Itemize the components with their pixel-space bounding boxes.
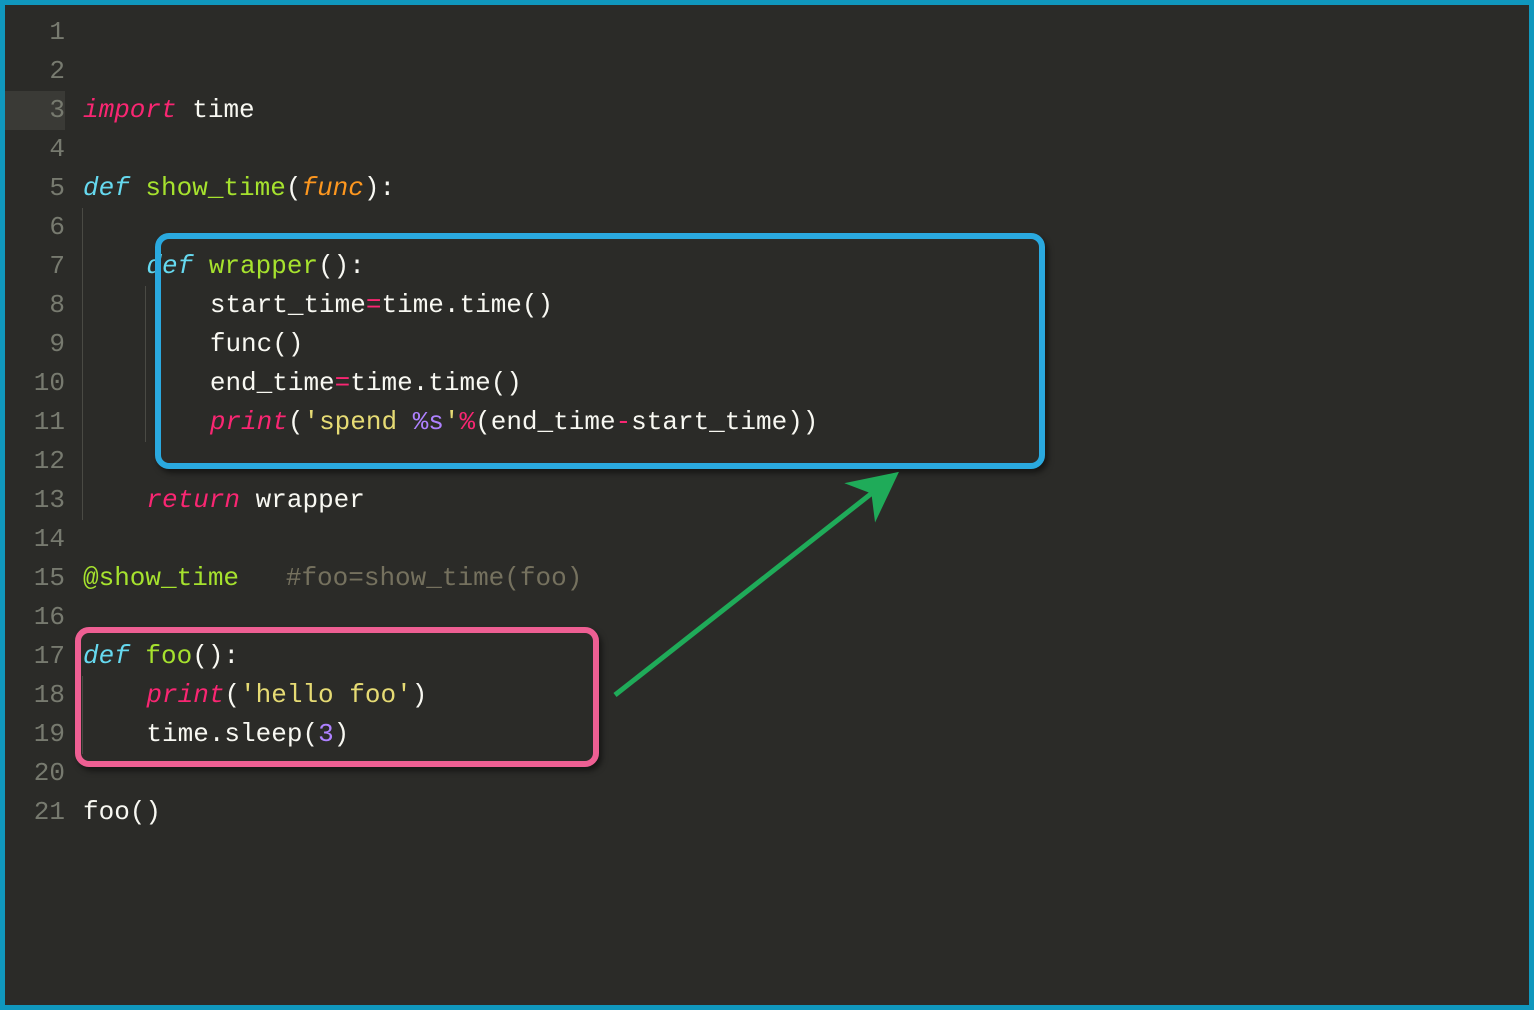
string-literal: ' [444, 407, 460, 437]
operator: = [366, 290, 382, 320]
paren: ) [334, 719, 350, 749]
code-line[interactable] [83, 13, 1529, 52]
text [193, 251, 209, 281]
code-area[interactable]: import time def show_time(func): def wra… [83, 5, 1529, 1005]
line-number: 5 [5, 169, 65, 208]
line-number: 13 [5, 481, 65, 520]
keyword-return: return [146, 485, 240, 515]
identifier: wrapper [256, 485, 365, 515]
line-number: 16 [5, 598, 65, 637]
line-number: 21 [5, 793, 65, 832]
expression: (end_time [475, 407, 615, 437]
string-literal: 'spend [303, 407, 412, 437]
line-number: 10 [5, 364, 65, 403]
line-number: 6 [5, 208, 65, 247]
paren: ( [286, 173, 302, 203]
line-number: 2 [5, 52, 65, 91]
operator: % [460, 407, 476, 437]
module-name: time [192, 95, 254, 125]
code-line[interactable]: time.sleep(3) [83, 715, 1529, 754]
code-line[interactable]: def foo(): [83, 637, 1529, 676]
decorator: @show_time [83, 563, 239, 593]
line-number: 7 [5, 247, 65, 286]
code-line[interactable]: import time [83, 91, 1529, 130]
line-number: 9 [5, 325, 65, 364]
number-literal: 3 [318, 719, 334, 749]
line-number: 3 [5, 91, 65, 130]
operator: = [335, 368, 351, 398]
code-line[interactable]: start_time=time.time() [83, 286, 1529, 325]
builtin-print: print [210, 407, 288, 437]
code-line[interactable] [83, 442, 1529, 481]
code-line[interactable]: def wrapper(): [83, 247, 1529, 286]
code-line[interactable]: foo() [83, 793, 1529, 832]
line-number: 19 [5, 715, 65, 754]
format-spec: %s [413, 407, 444, 437]
string-literal: 'hello foo' [240, 680, 412, 710]
code-line[interactable]: end_time=time.time() [83, 364, 1529, 403]
operator: - [616, 407, 632, 437]
code-line[interactable]: print('spend %s'%(end_time-start_time)) [83, 403, 1529, 442]
line-number: 18 [5, 676, 65, 715]
variable: start_time [210, 290, 366, 320]
paren: (): [192, 641, 239, 671]
code-line[interactable]: print('hello foo') [83, 676, 1529, 715]
code-line[interactable] [83, 520, 1529, 559]
line-number: 14 [5, 520, 65, 559]
paren: ( [224, 680, 240, 710]
code-line[interactable] [83, 52, 1529, 91]
code-line[interactable] [83, 598, 1529, 637]
line-number: 12 [5, 442, 65, 481]
paren: ): [364, 173, 395, 203]
expression: start_time)) [631, 407, 818, 437]
keyword-import: import [83, 95, 177, 125]
code-line[interactable] [83, 208, 1529, 247]
paren: ) [412, 680, 428, 710]
code-line[interactable] [83, 130, 1529, 169]
line-number-gutter: 1 2 3 4 5 6 7 8 9 10 11 12 13 14 15 16 1… [5, 5, 83, 1005]
text [239, 563, 286, 593]
paren: (): [318, 251, 365, 281]
function-call: foo() [83, 797, 161, 827]
function-name: foo [145, 641, 192, 671]
line-number: 15 [5, 559, 65, 598]
keyword-def: def [146, 251, 193, 281]
parameter: func [301, 173, 363, 203]
code-line[interactable]: func() [83, 325, 1529, 364]
builtin-print: print [146, 680, 224, 710]
function-name: wrapper [209, 251, 318, 281]
code-line[interactable]: return wrapper [83, 481, 1529, 520]
function-call: func() [210, 329, 304, 359]
line-number: 20 [5, 754, 65, 793]
code-line[interactable]: @show_time #foo=show_time(foo) [83, 559, 1529, 598]
code-line[interactable] [83, 754, 1529, 793]
comment: #foo=show_time(foo) [286, 563, 582, 593]
text [177, 95, 193, 125]
paren: ( [288, 407, 304, 437]
text [130, 173, 146, 203]
keyword-def: def [83, 641, 130, 671]
code-editor[interactable]: 1 2 3 4 5 6 7 8 9 10 11 12 13 14 15 16 1… [5, 5, 1529, 1005]
variable: end_time [210, 368, 335, 398]
expression: time.time() [350, 368, 522, 398]
code-line[interactable]: def show_time(func): [83, 169, 1529, 208]
function-name: show_time [145, 173, 285, 203]
text [240, 485, 256, 515]
expression: time.time() [381, 290, 553, 320]
function-call: time.sleep( [146, 719, 318, 749]
keyword-def: def [83, 173, 130, 203]
text [130, 641, 146, 671]
line-number: 4 [5, 130, 65, 169]
line-number: 11 [5, 403, 65, 442]
line-number: 17 [5, 637, 65, 676]
line-number: 8 [5, 286, 65, 325]
line-number: 1 [5, 13, 65, 52]
